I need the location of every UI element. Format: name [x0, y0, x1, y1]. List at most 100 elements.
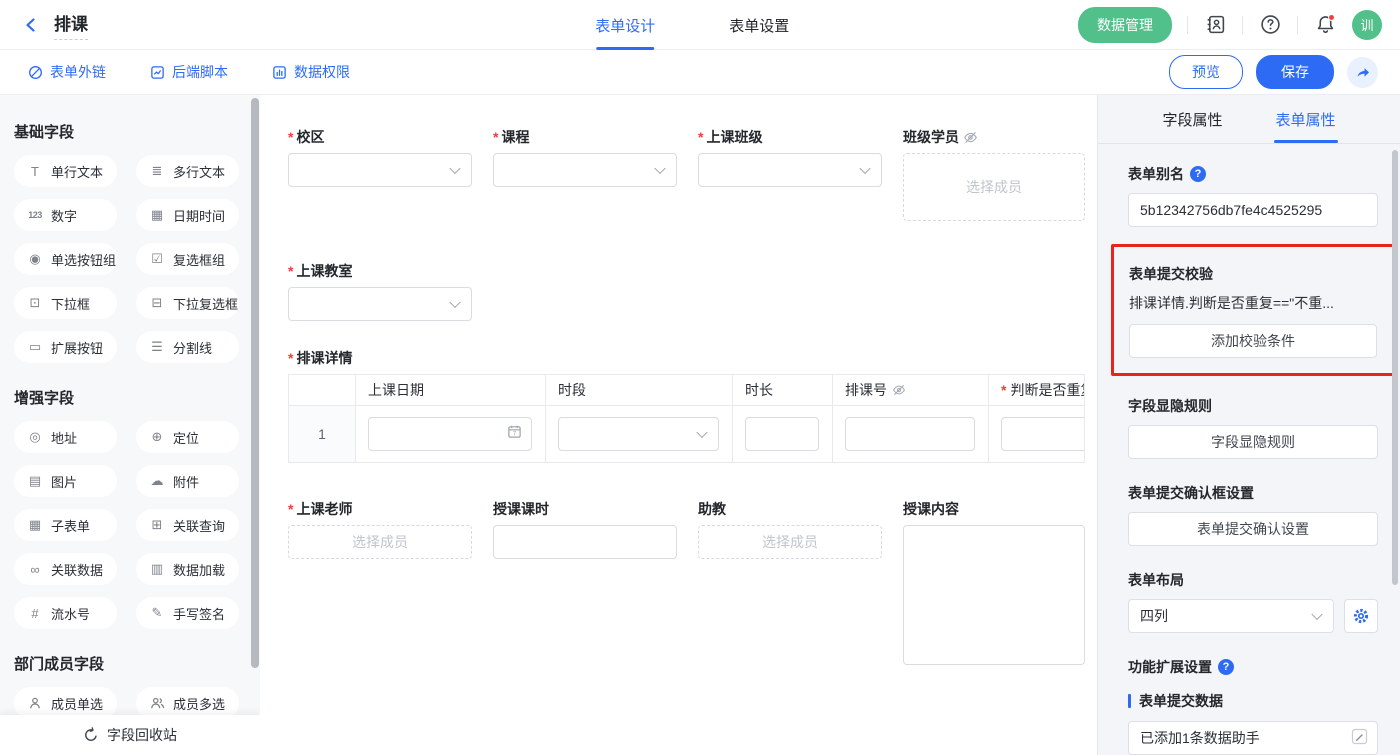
subform-schedule-no-cell — [833, 406, 989, 462]
subform-col-duration[interactable]: 时长 — [733, 375, 833, 405]
palette-item-multi-select-dropdown[interactable]: ⊟下拉复选框 — [136, 287, 239, 319]
edit-icon[interactable] — [1351, 728, 1368, 748]
hours-input[interactable] — [493, 525, 677, 559]
palette-item-location[interactable]: ⊕定位 — [136, 421, 239, 453]
help-icon[interactable] — [1258, 13, 1282, 37]
date-input[interactable]: 7 — [368, 417, 532, 451]
multi-dropdown-icon: ⊟ — [149, 295, 165, 311]
subform-col-schedule-no[interactable]: 排课号 — [833, 375, 989, 405]
campus-select[interactable] — [288, 153, 472, 187]
subform-col-timeslot[interactable]: 时段 — [546, 375, 733, 405]
palette-item-image[interactable]: ▤图片 — [14, 465, 117, 497]
field-campus[interactable]: *校区 — [288, 127, 472, 187]
subform-col-date[interactable]: 上课日期 — [356, 375, 546, 405]
data-permission-button[interactable]: 数据权限 — [272, 62, 350, 82]
tab-form-settings[interactable]: 表单设置 — [729, 0, 789, 50]
palette-item-address[interactable]: ◎地址 — [14, 421, 117, 453]
backend-script-button[interactable]: 后端脚本 — [150, 62, 228, 82]
visibility-rules-button[interactable]: 字段显隐规则 — [1128, 425, 1378, 459]
timeslot-select[interactable] — [558, 417, 719, 451]
chevron-down-icon — [449, 297, 460, 308]
field-content[interactable]: 授课内容 — [903, 499, 1085, 665]
submit-confirm-button[interactable]: 表单提交确认设置 — [1128, 512, 1378, 546]
preview-button[interactable]: 预览 — [1169, 55, 1243, 89]
sidebar-scrollbar[interactable] — [251, 98, 259, 668]
save-button[interactable]: 保存 — [1256, 55, 1334, 89]
classroom-select[interactable] — [288, 287, 472, 321]
assistant-member-picker[interactable]: 选择成员 — [698, 525, 882, 559]
subform-icon: ▦ — [27, 517, 43, 533]
palette-item-multi-line-text[interactable]: ≣多行文本 — [136, 155, 239, 187]
palette-item-subform[interactable]: ▦子表单 — [14, 509, 117, 541]
palette-item-data-load[interactable]: ▥数据加载 — [136, 553, 239, 585]
help-icon[interactable]: ? — [1190, 166, 1206, 182]
submit-data-value: 已添加1条数据助手 — [1140, 728, 1260, 748]
tab-form-properties[interactable]: 表单属性 — [1249, 95, 1362, 143]
palette-item-serial-number[interactable]: #流水号 — [14, 597, 117, 629]
subform-table[interactable]: 上课日期 时段 时长 排课号 *判断是否重复 1 7 — [288, 374, 1085, 463]
form-alias-input[interactable]: 5b12342756db7fe4c4525295 — [1128, 193, 1378, 227]
tab-form-design[interactable]: 表单设计 — [595, 0, 655, 50]
class-select[interactable] — [698, 153, 882, 187]
add-validation-button[interactable]: 添加校验条件 — [1129, 324, 1377, 358]
external-link-button[interactable]: 表单外链 — [28, 62, 106, 82]
field-class[interactable]: *上课班级 — [698, 127, 882, 187]
radio-icon: ◉ — [27, 251, 43, 267]
content-textarea[interactable] — [903, 525, 1085, 665]
data-manage-button[interactable]: 数据管理 — [1078, 7, 1172, 43]
property-panel-body: 表单别名 ? 5b12342756db7fe4c4525295 表单提交校验 排… — [1098, 144, 1400, 755]
palette-item-handwritten-signature[interactable]: ✎手写签名 — [136, 597, 239, 629]
recycle-icon — [83, 727, 99, 743]
field-assistant[interactable]: 助教 选择成员 — [698, 499, 882, 559]
contacts-icon[interactable] — [1203, 13, 1227, 37]
palette-item-extend-button[interactable]: ▭扩展按钮 — [14, 331, 117, 363]
field-teacher[interactable]: *上课老师 选择成员 — [288, 499, 472, 559]
palette-item-date-time[interactable]: ▦日期时间 — [136, 199, 239, 231]
field-students[interactable]: 班级学员 选择成员 — [903, 127, 1085, 221]
palette-item-dropdown[interactable]: ⊡下拉框 — [14, 287, 117, 319]
subform-timeslot-cell — [546, 406, 733, 462]
field-content-label: 授课内容 — [903, 499, 1085, 519]
page-title[interactable]: 排课 — [54, 10, 88, 40]
data-permission-icon — [272, 65, 287, 80]
avatar[interactable]: 训 — [1352, 10, 1382, 40]
field-course[interactable]: *课程 — [493, 127, 677, 187]
external-link-label: 表单外链 — [50, 62, 106, 82]
layout-settings-button[interactable] — [1344, 599, 1378, 633]
field-recycle-bin[interactable]: 字段回收站 — [0, 715, 260, 755]
field-hours[interactable]: 授课课时 — [493, 499, 677, 559]
tab-field-properties[interactable]: 字段属性 — [1136, 95, 1249, 143]
palette-item-number[interactable]: 123数字 — [14, 199, 117, 231]
subform-duplicate-cell — [989, 406, 1085, 462]
course-select[interactable] — [493, 153, 677, 187]
students-member-picker[interactable]: 选择成员 — [903, 153, 1085, 221]
share-arrow-icon — [1355, 64, 1371, 80]
layout-select[interactable]: 四列 — [1128, 599, 1334, 633]
people-icon — [149, 696, 165, 710]
palette-item-single-line-text[interactable]: T单行文本 — [14, 155, 117, 187]
palette-item-radio-group[interactable]: ◉单选按钮组 — [14, 243, 117, 275]
palette-item-linked-query[interactable]: ⊞关联查询 — [136, 509, 239, 541]
chevron-down-icon — [1311, 609, 1322, 620]
panel-scrollbar[interactable] — [1392, 150, 1398, 585]
required-asterisk: * — [698, 129, 703, 145]
teacher-member-picker[interactable]: 选择成员 — [288, 525, 472, 559]
duplicate-check-input[interactable] — [1001, 417, 1085, 451]
notification-bell-icon[interactable] — [1313, 13, 1337, 37]
number-icon: 123 — [27, 210, 43, 220]
schedule-no-input[interactable] — [845, 417, 975, 451]
submit-data-box[interactable]: 已添加1条数据助手 — [1128, 721, 1378, 755]
data-permission-label: 数据权限 — [294, 62, 350, 82]
field-classroom[interactable]: *上课教室 — [288, 261, 472, 321]
subform-col-duplicate-check[interactable]: *判断是否重复 — [989, 375, 1085, 405]
validation-rule-text[interactable]: 排课详情.判断是否重复=="不重... — [1129, 293, 1377, 313]
form-canvas[interactable]: *校区 *课程 *上课班级 班级学员 选择成员 *上课教室 — [260, 95, 1097, 755]
help-icon[interactable]: ? — [1218, 659, 1234, 675]
palette-item-attachment[interactable]: ☁附件 — [136, 465, 239, 497]
back-button[interactable] — [22, 16, 40, 34]
palette-item-checkbox-group[interactable]: ☑复选框组 — [136, 243, 239, 275]
share-button[interactable] — [1347, 57, 1378, 88]
duration-input[interactable] — [745, 417, 819, 451]
palette-item-divider[interactable]: ☰分割线 — [136, 331, 239, 363]
palette-item-linked-data[interactable]: ∞关联数据 — [14, 553, 117, 585]
